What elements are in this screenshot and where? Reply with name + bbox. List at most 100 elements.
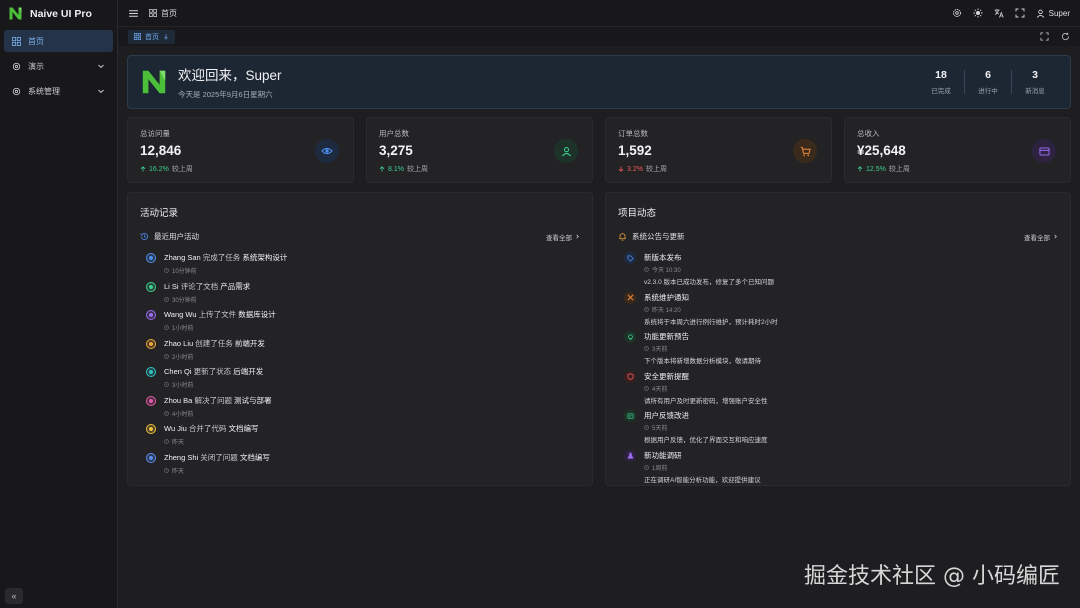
card-title: 总访问量 [140, 129, 170, 138]
activity-time: 4小时前 [164, 409, 272, 418]
activity-user: Chen Qi [164, 367, 192, 376]
view-all-link[interactable]: 查看全部 [546, 232, 580, 242]
view-all-link[interactable]: 查看全部 [1024, 232, 1058, 242]
activity-time: 2小时前 [164, 352, 265, 361]
sidebar-item-system[interactable]: 系统管理 [4, 80, 113, 102]
activity-target: 系统架构设计 [242, 253, 288, 262]
list-item[interactable]: Zhou Ba 解决了问题 测试与部署 4小时前 [146, 395, 580, 424]
fullscreen-icon[interactable] [1015, 8, 1025, 18]
time-label: 今天 10:30 [652, 268, 681, 274]
activity-panel: 活动记录 最近用户活动 查看全部 Zhang San 完成了任务 系统架构设计 … [127, 192, 593, 486]
list-item[interactable]: Wu Jiu 合并了代码 文档编写 昨天 [146, 423, 580, 452]
time-label: 3小时前 [172, 383, 194, 389]
activity-target: 前端开发 [234, 338, 265, 348]
stat-value: 3 [1032, 69, 1038, 81]
activity-list: Zhang San 完成了任务 系统架构设计 10分钟前 Li Si 评论了文档… [140, 252, 580, 480]
list-item[interactable]: Chen Qi 更新了状态 后端开发 3小时前 [146, 366, 580, 395]
chevron-down-icon [98, 64, 104, 69]
list-item[interactable]: 用户反馈改进 5天前 根据用户反馈，优化了界面交互和响应速度 [624, 410, 1058, 450]
list-item[interactable]: Wang Wu 上传了文件 数据库设计 1小时前 [146, 309, 580, 338]
refresh-icon[interactable] [1061, 32, 1070, 41]
clock-icon [644, 464, 649, 470]
user-menu[interactable]: Super [1036, 9, 1070, 18]
activity-action: 完成了任务 [202, 253, 241, 262]
project-list: 新版本发布 今天 10:30 v2.3.0 版本已成功发布，修复了多个已知问题 … [618, 252, 1058, 489]
list-item[interactable]: Zhang San 完成了任务 系统架构设计 10分钟前 [146, 252, 580, 281]
notice-content: 功能更新预告 3天前 下个版本将新增数据分析模块，敬请期待 [644, 331, 761, 365]
list-item[interactable]: Zheng Shi 关闭了问题 文档编写 昨天 [146, 452, 580, 481]
trend-percent: 12.5% [866, 165, 886, 173]
welcome-banner: 欢迎回来，Super 今天是 2025年9月6日星期六 18 已完成 6 进行中… [127, 55, 1071, 109]
notice-title: 用户反馈改进 [644, 411, 689, 420]
view-all-label: 查看全部 [546, 234, 572, 242]
fullscreen-icon[interactable] [1040, 32, 1049, 41]
activity-content: Li Si 评论了文档 产品需求 30分钟前 [164, 281, 250, 304]
activity-text: Zheng Shi 关闭了问题 文档编写 [164, 452, 270, 463]
activity-user: Wu Jiu [164, 424, 187, 433]
card-title: 用户总数 [379, 129, 409, 138]
time-label: 5天前 [652, 426, 668, 432]
brand[interactable]: Naive UI Pro [0, 0, 117, 27]
sidebar-item-label: 系统管理 [28, 86, 60, 96]
list-item[interactable]: 新版本发布 今天 10:30 v2.3.0 版本已成功发布，修复了多个已知问题 [624, 252, 1058, 292]
list-item[interactable]: 系统维护通知 昨天 14:20 系统将于本周六进行例行维护，预计耗时2小时 [624, 291, 1058, 332]
notice-title: 系统维护通知 [644, 292, 689, 302]
activity-action: 更新了状态 [193, 367, 232, 376]
notice-desc: 请所有用户及时更新密码，增强账户安全性 [644, 397, 768, 405]
activity-content: Chen Qi 更新了状态 后端开发 3小时前 [164, 366, 263, 389]
avatar-icon [146, 395, 156, 406]
notice-time: 1周前 [644, 463, 761, 472]
activity-text: Zhou Ba 解决了问题 测试与部署 [164, 395, 272, 406]
collapse-sidebar-button[interactable]: « [5, 588, 23, 604]
activity-content: Zheng Shi 关闭了问题 文档编写 昨天 [164, 452, 270, 475]
sidebar-item-demo[interactable]: 演示 [4, 55, 113, 77]
notice-title: 新版本发布 [644, 253, 682, 262]
stat-label: 新消息 [1025, 88, 1045, 95]
activity-user: Zhou Ba [164, 395, 193, 405]
eye-icon [315, 139, 339, 163]
notice-content: 用户反馈改进 5天前 根据用户反馈，优化了界面交互和响应速度 [644, 410, 768, 444]
trend-percent: 16.2% [149, 165, 169, 173]
card-icon [1032, 139, 1056, 163]
notice-desc: v2.3.0 版本已成功发布，修复了多个已知问题 [644, 279, 775, 286]
tab-home[interactable]: 首页 [128, 29, 175, 44]
notice-time: 4天前 [644, 384, 768, 393]
notice-time: 今天 10:30 [644, 265, 774, 274]
clock-icon [644, 306, 649, 312]
settings-icon[interactable] [952, 8, 962, 18]
notice-time: 3天前 [644, 344, 761, 353]
list-item[interactable]: 安全更新提醒 4天前 请所有用户及时更新密码，增强账户安全性 [624, 370, 1058, 411]
notice-content: 安全更新提醒 4天前 请所有用户及时更新密码，增强账户安全性 [644, 371, 768, 405]
notice-title: 功能更新预告 [644, 332, 689, 341]
stat-value: 6 [985, 69, 991, 81]
sidebar-item-home[interactable]: 首页 [4, 30, 113, 52]
avatar-icon [146, 424, 156, 434]
notice-time: 5天前 [644, 423, 768, 432]
card-value: 3,275 [379, 143, 413, 158]
list-item[interactable]: Li Si 评论了文档 产品需求 30分钟前 [146, 281, 580, 310]
welcome-text: 欢迎回来，Super 今天是 2025年9月6日星期六 [178, 64, 282, 100]
activity-content: Wang Wu 上传了文件 数据库设计 1小时前 [164, 309, 276, 332]
breadcrumb[interactable]: 首页 [149, 8, 177, 19]
clock-icon [644, 385, 649, 391]
avatar-icon [146, 367, 156, 377]
stat-in-progress: 6 进行中 [965, 69, 1011, 95]
activity-text: Zhao Liu 创建了任务 前端开发 [164, 338, 265, 349]
pin-icon[interactable] [163, 33, 169, 40]
activity-subheader: 最近用户活动 查看全部 [140, 231, 580, 242]
avatar-icon [146, 281, 156, 292]
list-item[interactable]: 新功能调研 1周前 正在调研AI智能分析功能，欢迎提供建议 [624, 449, 1058, 490]
chevron-right-icon [576, 234, 579, 239]
dashboard-icon [149, 9, 157, 17]
clock-icon [164, 353, 169, 359]
activity-user: Zhao Liu [164, 338, 194, 348]
notice-title: 安全更新提醒 [644, 371, 689, 381]
menu-toggle-icon[interactable] [128, 8, 139, 19]
sun-icon[interactable] [973, 8, 983, 18]
list-item[interactable]: 功能更新预告 3天前 下个版本将新增数据分析模块，敬请期待 [624, 331, 1058, 371]
list-item[interactable]: Zhao Liu 创建了任务 前端开发 2小时前 [146, 338, 580, 367]
gear-icon [12, 62, 21, 71]
translate-icon[interactable] [994, 8, 1004, 18]
sidebar-item-label: 演示 [28, 61, 44, 71]
notice-desc: 根据用户反馈，优化了界面交互和响应速度 [644, 437, 768, 444]
